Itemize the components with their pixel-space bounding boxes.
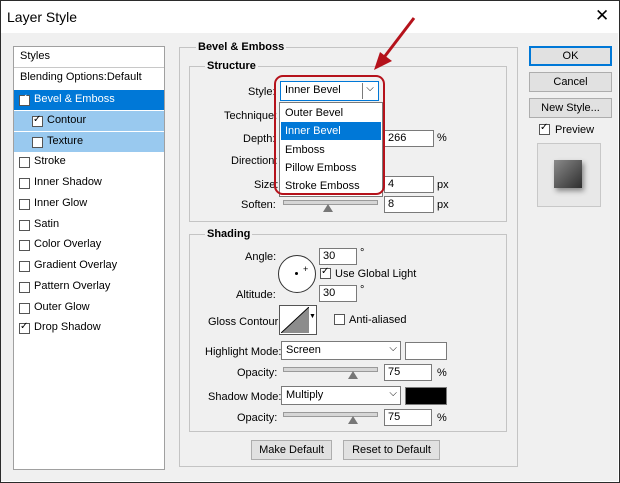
bevel-emboss-checkbox[interactable] bbox=[19, 93, 30, 106]
style-item-stroke[interactable]: Stroke bbox=[14, 152, 164, 172]
styles-header[interactable]: Styles bbox=[14, 47, 164, 68]
annotation-arrow-icon bbox=[374, 17, 416, 70]
soften-unit: px bbox=[437, 199, 449, 211]
satin-checkbox[interactable] bbox=[19, 220, 30, 231]
use-global-light-label: Use Global Light bbox=[335, 268, 417, 280]
size-input[interactable]: 4 bbox=[384, 176, 434, 193]
highlight-color-swatch[interactable] bbox=[405, 342, 447, 360]
stroke-checkbox[interactable] bbox=[19, 157, 30, 168]
style-item-satin[interactable]: Satin bbox=[14, 215, 164, 235]
angle-label: Angle: bbox=[245, 251, 277, 263]
reset-to-default-button[interactable]: Reset to Default bbox=[343, 440, 440, 460]
altitude-unit: ° bbox=[360, 284, 365, 296]
highlight-opacity-unit: % bbox=[437, 367, 447, 379]
angle-dial[interactable]: + bbox=[278, 255, 316, 293]
contour-curve-icon bbox=[281, 307, 309, 333]
structure-title: Structure bbox=[205, 60, 258, 72]
outer-glow-checkbox[interactable] bbox=[19, 303, 30, 314]
highlight-opacity-label: Opacity: bbox=[237, 367, 278, 379]
texture-checkbox[interactable] bbox=[32, 137, 43, 148]
depth-input[interactable]: 266 bbox=[384, 130, 434, 147]
altitude-label: Altitude: bbox=[236, 289, 276, 301]
style-label: Style: bbox=[248, 86, 276, 98]
shadow-opacity-thumb[interactable] bbox=[348, 416, 358, 424]
inner-glow-checkbox[interactable] bbox=[19, 199, 30, 210]
color-overlay-checkbox[interactable] bbox=[19, 240, 30, 251]
close-icon[interactable]: ✕ bbox=[595, 5, 609, 27]
preview-label: Preview bbox=[555, 124, 595, 136]
shading-title: Shading bbox=[205, 228, 253, 240]
shadow-mode-select[interactable]: Multiply ⌵ bbox=[281, 386, 401, 405]
window-title: Layer Style bbox=[7, 9, 78, 25]
anti-aliased-label: Anti-aliased bbox=[349, 314, 407, 326]
soften-input[interactable]: 8 bbox=[384, 196, 434, 213]
gloss-contour-picker[interactable]: ▼ bbox=[279, 305, 317, 335]
style-preview bbox=[537, 143, 601, 207]
depth-label: Depth: bbox=[243, 133, 276, 145]
anti-aliased-checkbox[interactable] bbox=[334, 314, 345, 325]
style-item-bevel-emboss[interactable]: Bevel & Emboss bbox=[14, 90, 164, 110]
soften-slider-thumb[interactable] bbox=[323, 204, 333, 212]
style-item-drop-shadow[interactable]: Drop Shadow bbox=[14, 318, 164, 338]
altitude-input[interactable]: 30 bbox=[319, 285, 357, 302]
angle-input[interactable]: 30 bbox=[319, 248, 357, 265]
highlight-mode-label: Highlight Mode: bbox=[205, 346, 282, 358]
title-bar: Layer Style ✕ bbox=[1, 1, 618, 33]
pattern-overlay-checkbox[interactable] bbox=[19, 282, 30, 293]
shadow-color-swatch[interactable] bbox=[405, 387, 447, 405]
depth-unit: % bbox=[437, 132, 447, 144]
chevron-down-icon: ⌵ bbox=[389, 388, 397, 399]
crosshair-icon: + bbox=[303, 264, 309, 274]
blending-options-item[interactable]: Blending Options:Default bbox=[14, 68, 164, 88]
drop-shadow-checkbox[interactable] bbox=[19, 321, 30, 334]
cancel-button[interactable]: Cancel bbox=[529, 72, 612, 92]
make-default-button[interactable]: Make Default bbox=[251, 440, 332, 460]
shadow-opacity-label: Opacity: bbox=[237, 412, 278, 424]
inner-shadow-checkbox[interactable] bbox=[19, 178, 30, 189]
caret-down-icon: ▼ bbox=[309, 313, 316, 320]
style-item-color-overlay[interactable]: Color Overlay bbox=[14, 235, 164, 255]
style-item-contour[interactable]: Contour bbox=[14, 111, 164, 131]
size-unit: px bbox=[437, 179, 449, 191]
preview-checkbox[interactable] bbox=[539, 122, 550, 135]
chevron-down-icon: ⌵ bbox=[389, 343, 397, 354]
ok-button[interactable]: OK bbox=[529, 46, 612, 66]
style-item-inner-shadow[interactable]: Inner Shadow bbox=[14, 173, 164, 193]
angle-unit: ° bbox=[360, 247, 365, 259]
highlight-opacity-thumb[interactable] bbox=[348, 371, 358, 379]
gloss-contour-label: Gloss Contour: bbox=[208, 316, 282, 328]
dial-center-dot bbox=[295, 272, 298, 275]
use-global-light-checkbox[interactable] bbox=[320, 266, 331, 279]
direction-label: Direction: bbox=[231, 155, 278, 167]
bevel-emboss-title: Bevel & Emboss bbox=[196, 41, 287, 53]
new-style-button[interactable]: New Style... bbox=[529, 98, 612, 118]
styles-list: Styles Blending Options:Default Bevel & … bbox=[13, 46, 165, 470]
shadow-opacity-slider[interactable] bbox=[283, 412, 378, 417]
contour-checkbox[interactable] bbox=[32, 114, 43, 127]
highlight-opacity-input[interactable]: 75 bbox=[384, 364, 432, 381]
style-item-texture[interactable]: Texture bbox=[14, 132, 164, 152]
shadow-opacity-unit: % bbox=[437, 412, 447, 424]
highlight-mode-select[interactable]: Screen ⌵ bbox=[281, 341, 401, 360]
annotation-highlight-box bbox=[274, 75, 385, 195]
style-item-gradient-overlay[interactable]: Gradient Overlay bbox=[14, 256, 164, 276]
shadow-mode-label: Shadow Mode: bbox=[208, 391, 282, 403]
style-item-pattern-overlay[interactable]: Pattern Overlay bbox=[14, 277, 164, 297]
gradient-overlay-checkbox[interactable] bbox=[19, 261, 30, 272]
soften-label: Soften: bbox=[241, 199, 276, 211]
technique-label: Technique: bbox=[224, 110, 278, 122]
style-item-outer-glow[interactable]: Outer Glow bbox=[14, 298, 164, 318]
highlight-opacity-slider[interactable] bbox=[283, 367, 378, 372]
style-item-inner-glow[interactable]: Inner Glow bbox=[14, 194, 164, 214]
preview-swatch bbox=[554, 160, 582, 188]
shadow-opacity-input[interactable]: 75 bbox=[384, 409, 432, 426]
